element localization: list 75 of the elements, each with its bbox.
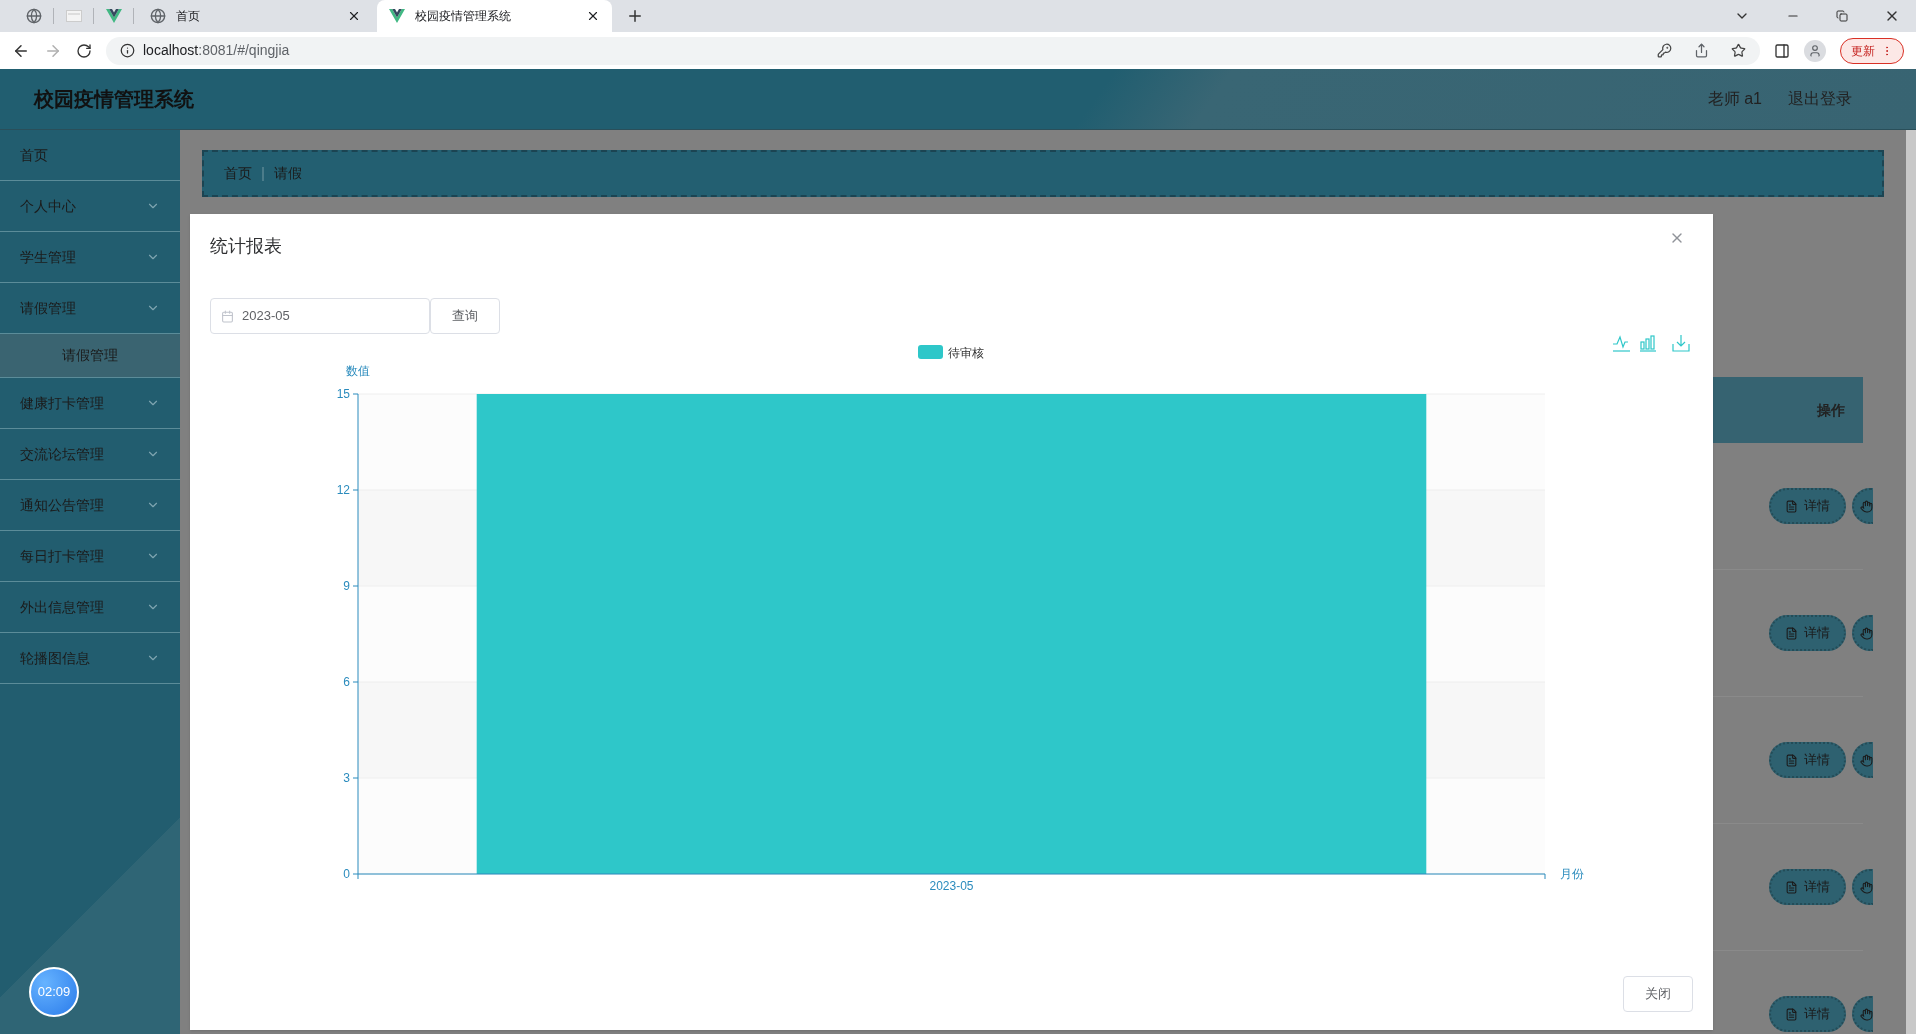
- column-header: 操作: [1817, 400, 1845, 420]
- query-button[interactable]: 查询: [430, 298, 500, 334]
- action-button[interactable]: [1852, 996, 1873, 1032]
- breadcrumb-item[interactable]: 首页: [224, 163, 252, 184]
- sidebar-item[interactable]: 学生管理: [0, 232, 180, 283]
- document-icon: [1785, 880, 1798, 894]
- sidebar-item[interactable]: 外出信息管理: [0, 582, 180, 633]
- sidebar-item[interactable]: 每日打卡管理: [0, 531, 180, 582]
- action-button[interactable]: [1852, 742, 1873, 778]
- bookmark-icon[interactable]: [1731, 43, 1746, 58]
- reload-icon[interactable]: [76, 42, 92, 59]
- y-tick-label: 9: [343, 579, 350, 593]
- action-button[interactable]: [1852, 488, 1873, 524]
- x-tick-label: 2023-05: [929, 879, 974, 893]
- side-panel-icon[interactable]: [1774, 42, 1790, 59]
- close-tab-icon[interactable]: [347, 9, 361, 23]
- close-button[interactable]: 关闭: [1623, 976, 1693, 1012]
- calendar-icon: [221, 309, 234, 323]
- globe-icon: [25, 8, 42, 24]
- sidebar-item[interactable]: 健康打卡管理: [0, 378, 180, 429]
- sidebar-subitem[interactable]: 请假管理: [0, 334, 180, 378]
- share-icon[interactable]: [1694, 43, 1709, 58]
- profile-icon[interactable]: [1804, 39, 1826, 62]
- sidebar-item[interactable]: 首页: [0, 130, 180, 181]
- y-tick-label: 0: [343, 867, 350, 881]
- browser-tab[interactable]: 首页: [138, 0, 373, 32]
- legend-label[interactable]: 待审核: [948, 346, 984, 360]
- site-info-icon[interactable]: [120, 43, 135, 58]
- document-icon: [1785, 1007, 1798, 1021]
- y-tick-label: 15: [336, 387, 350, 401]
- sidebar-item[interactable]: 轮播图信息: [0, 633, 180, 684]
- browser-tab[interactable]: 校园疫情管理系统: [377, 0, 612, 32]
- globe-icon: [150, 8, 166, 24]
- hand-icon: [1860, 626, 1873, 640]
- details-button[interactable]: 详情: [1769, 488, 1846, 524]
- timer-badge[interactable]: 02:09: [29, 967, 79, 1017]
- month-picker[interactable]: 2023-05: [210, 298, 430, 334]
- address-bar[interactable]: localhost:8081/#/qingjia: [106, 36, 1760, 65]
- sidebar-item[interactable]: 通知公告管理: [0, 480, 180, 531]
- vue-logo-icon: [389, 9, 405, 23]
- y-axis-title: 数值: [346, 364, 370, 378]
- document-icon: [1785, 626, 1798, 640]
- sidebar-item[interactable]: 个人中心: [0, 181, 180, 232]
- update-button[interactable]: 更新: [1840, 37, 1904, 64]
- close-tab-icon[interactable]: [586, 9, 600, 23]
- hand-icon: [1860, 1007, 1873, 1021]
- page-icon: [65, 10, 82, 22]
- user-name: 老师 a1: [1707, 89, 1762, 109]
- sidebar-item[interactable]: 交流论坛管理: [0, 429, 180, 480]
- details-button[interactable]: 详情: [1769, 742, 1846, 778]
- details-button[interactable]: 详情: [1769, 996, 1846, 1032]
- logout-link[interactable]: 退出登录: [1788, 87, 1852, 111]
- document-icon: [1785, 499, 1798, 513]
- breadcrumb-item[interactable]: 请假: [274, 163, 302, 184]
- dialog-title: 统计报表: [210, 234, 283, 258]
- new-tab-icon[interactable]: [626, 7, 644, 25]
- scrollbar[interactable]: [1906, 130, 1916, 1034]
- x-axis-title: 月份: [1560, 867, 1584, 881]
- action-button[interactable]: [1852, 615, 1873, 651]
- app-title: 校园疫情管理系统: [34, 87, 194, 112]
- y-tick-label: 12: [336, 483, 350, 497]
- vue-logo-icon: [105, 9, 122, 23]
- hand-icon: [1860, 880, 1873, 894]
- details-button[interactable]: 详情: [1769, 615, 1846, 651]
- restore-icon[interactable]: [1836, 10, 1848, 22]
- key-icon[interactable]: [1657, 43, 1672, 58]
- document-icon: [1785, 753, 1798, 767]
- hand-icon: [1860, 753, 1873, 767]
- y-tick-label: 3: [343, 771, 350, 785]
- legend-swatch[interactable]: [918, 345, 943, 359]
- url-text: localhost:8081/#/qingjia: [143, 41, 291, 60]
- action-button[interactable]: [1852, 869, 1873, 905]
- hand-icon: [1860, 499, 1873, 513]
- details-button[interactable]: 详情: [1769, 869, 1846, 905]
- y-tick-label: 6: [343, 675, 350, 689]
